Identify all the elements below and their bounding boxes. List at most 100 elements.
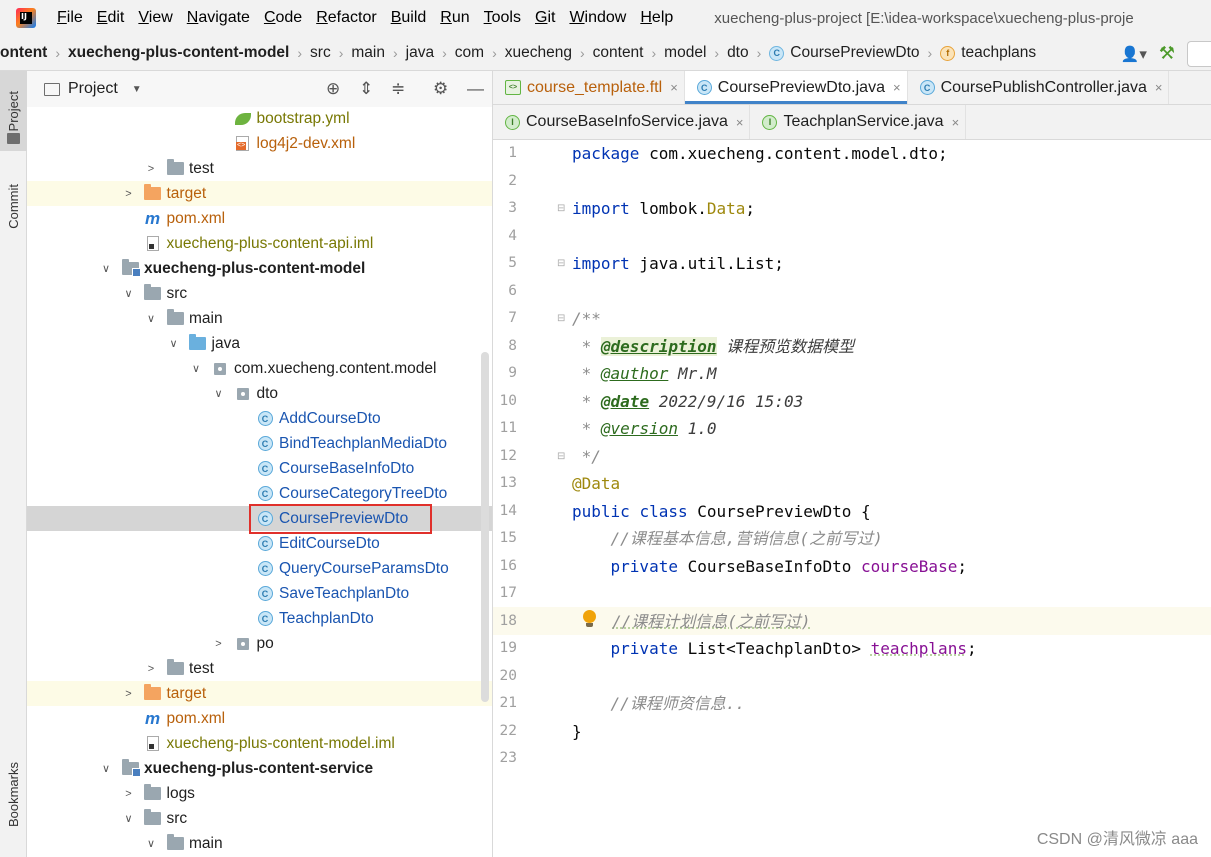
line-number[interactable]: 19: [493, 635, 517, 663]
tree-row[interactable]: C SaveTeachplanDto: [27, 581, 492, 606]
chevron-right-icon[interactable]: >: [123, 688, 135, 700]
fold-marker-icon[interactable]: ⊟: [557, 451, 568, 463]
menu-edit[interactable]: Edit: [90, 0, 132, 36]
tree-row[interactable]: ∨ xuecheng-plus-content-service: [27, 756, 492, 781]
line-number[interactable]: 4: [493, 223, 517, 251]
lightbulb-intention-icon[interactable]: [582, 609, 597, 629]
line-number[interactable]: 13: [493, 470, 517, 498]
line-number[interactable]: 1: [493, 140, 517, 168]
menu-git[interactable]: Git: [528, 0, 562, 36]
line-number[interactable]: 16: [493, 553, 517, 581]
chevron-right-icon[interactable]: >: [145, 163, 157, 175]
line-number[interactable]: 22: [493, 718, 517, 746]
breadcrumb-field[interactable]: f teachplans: [940, 44, 1036, 62]
line-number[interactable]: 23: [493, 745, 517, 773]
hide-panel-icon[interactable]: —: [467, 79, 484, 99]
tree-row[interactable]: m pom.xml: [27, 206, 492, 231]
editor-tab[interactable]: C CoursePublishController.java ×: [908, 71, 1170, 104]
line-number[interactable]: 8: [493, 333, 517, 361]
gear-icon[interactable]: ⚙: [433, 79, 448, 99]
tree-row[interactable]: xuecheng-plus-content-model.iml: [27, 731, 492, 756]
menu-run[interactable]: Run: [433, 0, 476, 36]
tree-row[interactable]: > target: [27, 681, 492, 706]
chevron-down-icon[interactable]: ▼: [132, 84, 142, 95]
chevron-down-icon[interactable]: ∨: [100, 762, 112, 775]
line-number[interactable]: 11: [493, 415, 517, 443]
tree-row[interactable]: C EditCourseDto: [27, 531, 492, 556]
fold-marker-icon[interactable]: ⊟: [557, 203, 568, 215]
tree-row[interactable]: bootstrap.yml: [27, 107, 492, 131]
breadcrumb-item[interactable]: model: [664, 44, 706, 62]
menu-refactor[interactable]: Refactor: [309, 0, 383, 36]
tool-tab-bookmarks[interactable]: Bookmarks: [0, 753, 27, 837]
line-number[interactable]: 15: [493, 525, 517, 553]
locate-target-icon[interactable]: ⊕: [326, 79, 340, 99]
line-number[interactable]: 7: [493, 305, 517, 333]
menu-window[interactable]: Window: [562, 0, 633, 36]
line-number[interactable]: 2: [493, 168, 517, 196]
line-number[interactable]: 17: [493, 580, 517, 608]
breadcrumb-item[interactable]: com: [455, 44, 484, 62]
tree-row[interactable]: C QueryCourseParamsDto: [27, 556, 492, 581]
menu-code[interactable]: Code: [257, 0, 309, 36]
line-number[interactable]: 5: [493, 250, 517, 278]
tree-row[interactable]: > test: [27, 156, 492, 181]
chevron-right-icon[interactable]: >: [145, 663, 157, 675]
editor-tab[interactable]: I CourseBaseInfoService.java ×: [493, 105, 751, 139]
chevron-down-icon[interactable]: ∨: [123, 287, 135, 300]
tree-scrollbar[interactable]: [481, 352, 489, 702]
breadcrumb-item[interactable]: xuecheng: [505, 44, 572, 62]
user-account-icon[interactable]: 👤▾: [1121, 45, 1147, 63]
breadcrumb-item[interactable]: java: [406, 44, 434, 62]
fold-marker-icon[interactable]: ⊟: [557, 258, 568, 270]
close-icon[interactable]: ×: [1155, 80, 1163, 95]
editor-tab[interactable]: C CoursePreviewDto.java ×: [684, 71, 908, 104]
tree-row[interactable]: C CourseBaseInfoDto: [27, 456, 492, 481]
breadcrumb-item[interactable]: ontent: [0, 44, 47, 62]
chevron-right-icon[interactable]: >: [123, 788, 135, 800]
chevron-down-icon[interactable]: ∨: [213, 387, 225, 400]
line-number[interactable]: 20: [493, 663, 517, 691]
project-panel-title[interactable]: Project: [68, 80, 118, 98]
breadcrumb-item[interactable]: src: [310, 44, 331, 62]
line-number[interactable]: 9: [493, 360, 517, 388]
tree-row[interactable]: ∨ main: [27, 831, 492, 856]
breadcrumb-item[interactable]: xuecheng-plus-content-model: [68, 44, 289, 62]
close-icon[interactable]: ×: [670, 80, 678, 95]
fold-marker-icon[interactable]: ⊟: [557, 313, 568, 325]
expand-all-icon[interactable]: ⇕: [359, 79, 373, 99]
breadcrumb-item[interactable]: content: [593, 44, 644, 62]
menu-navigate[interactable]: Navigate: [180, 0, 257, 36]
tree-row[interactable]: > target: [27, 181, 492, 206]
tree-row[interactable]: ∨ java: [27, 331, 492, 356]
tree-row[interactable]: ∨ xuecheng-plus-content-model: [27, 256, 492, 281]
intellij-logo-icon[interactable]: [16, 8, 36, 28]
chevron-down-icon[interactable]: ∨: [123, 812, 135, 825]
tree-row[interactable]: xuecheng-plus-content-api.iml: [27, 231, 492, 256]
tree-row[interactable]: ∨ dto: [27, 381, 492, 406]
line-number[interactable]: 10: [493, 388, 517, 416]
chevron-right-icon[interactable]: >: [123, 188, 135, 200]
close-icon[interactable]: ×: [893, 80, 901, 95]
tree-row[interactable]: C BindTeachplanMediaDto: [27, 431, 492, 456]
breadcrumb-item[interactable]: dto: [727, 44, 749, 62]
tree-row[interactable]: > po: [27, 631, 492, 656]
chevron-down-icon[interactable]: ∨: [145, 312, 157, 325]
line-number[interactable]: 14: [493, 498, 517, 526]
tree-row[interactable]: m pom.xml: [27, 706, 492, 731]
line-number[interactable]: 3: [493, 195, 517, 223]
tree-row[interactable]: log4j2-dev.xml: [27, 131, 492, 156]
chevron-down-icon[interactable]: ∨: [190, 362, 202, 375]
close-icon[interactable]: ×: [952, 115, 960, 130]
menu-file[interactable]: File: [50, 0, 90, 36]
chevron-down-icon[interactable]: ∨: [168, 337, 180, 350]
run-configuration-select[interactable]: [1187, 40, 1211, 67]
tree-row[interactable]: > test: [27, 656, 492, 681]
tree-row[interactable]: ∨ main: [27, 306, 492, 331]
tree-row[interactable]: C TeachplanDto: [27, 606, 492, 631]
tree-row[interactable]: C AddCourseDto: [27, 406, 492, 431]
tree-row[interactable]: > logs: [27, 781, 492, 806]
collapse-all-icon[interactable]: ≑: [391, 79, 405, 99]
tree-row[interactable]: ∨ src: [27, 806, 492, 831]
tree-row[interactable]: ∨ src: [27, 281, 492, 306]
